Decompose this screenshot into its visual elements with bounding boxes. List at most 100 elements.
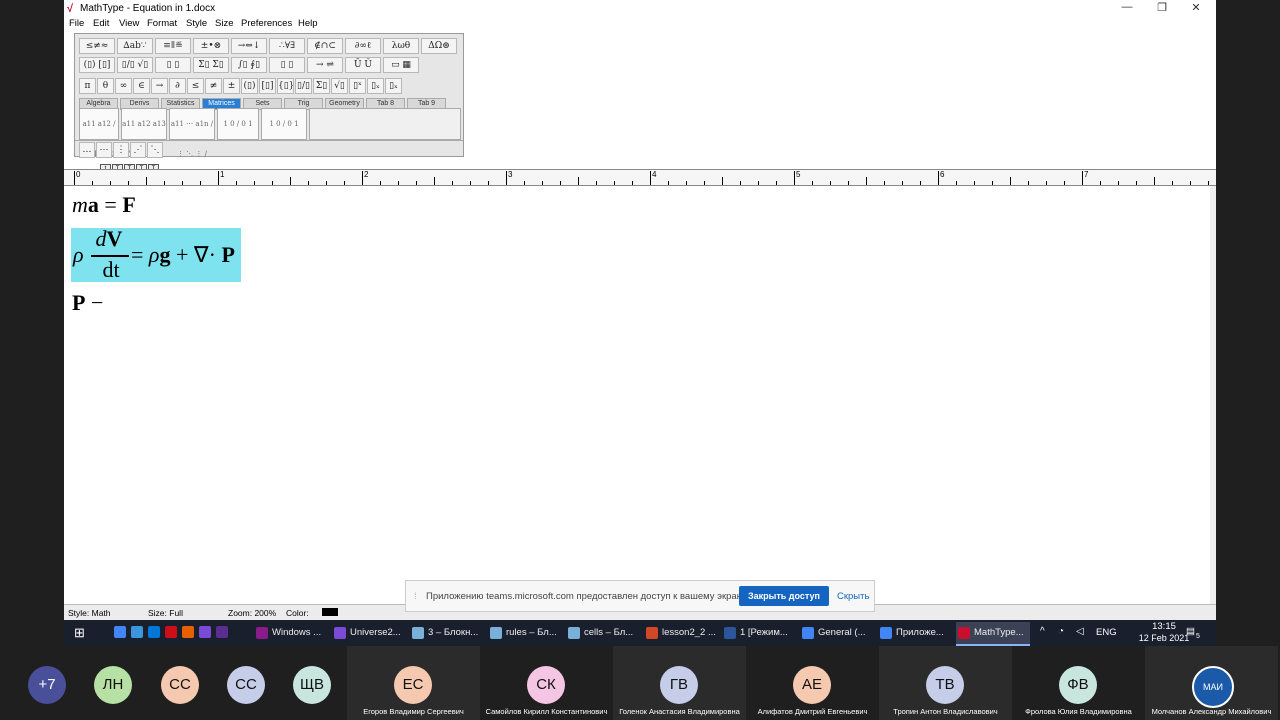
palette-button-8[interactable]: λωθ	[383, 38, 419, 54]
taskbar-app-1[interactable]: Universe2...	[332, 622, 406, 644]
menu-view[interactable]: View	[119, 18, 139, 29]
mail-icon[interactable]	[131, 626, 143, 638]
participant-avatar[interactable]: СС	[227, 666, 265, 704]
tray-chevron-icon[interactable]: ^	[1040, 626, 1045, 637]
symbol-button-13[interactable]: Σ▯	[313, 78, 330, 94]
participant-avatar[interactable]: +7	[28, 666, 66, 704]
menu-help[interactable]: Help	[298, 18, 318, 29]
firefox-icon[interactable]	[182, 626, 194, 638]
taskbar-app-5[interactable]: lesson2_2 ...	[644, 622, 718, 644]
ellipsis-button-1[interactable]: ⋯	[96, 142, 112, 158]
vs-icon[interactable]	[216, 626, 228, 638]
symbol-button-1[interactable]: θ	[97, 78, 114, 94]
taskbar-app-0[interactable]: Windows ...	[254, 622, 328, 644]
matrix-template-0[interactable]: a11 a12 / a21 a22	[79, 108, 119, 158]
status-zoom[interactable]: Zoom: 200%	[228, 608, 276, 618]
palette-button-6[interactable]: ∉∩⊂	[307, 38, 343, 54]
template-empty-slot[interactable]	[309, 108, 461, 140]
participant-avatar[interactable]: ЛН	[94, 666, 132, 704]
palette-button-5[interactable]: ∴∀∃	[269, 38, 305, 54]
drag-handle-icon[interactable]: ⁞	[414, 591, 417, 602]
symbol-button-4[interactable]: →	[151, 78, 168, 94]
symbol-button-7[interactable]: ≠	[205, 78, 222, 94]
symbol-button-6[interactable]: ≤	[187, 78, 204, 94]
language-indicator[interactable]: ENG	[1096, 627, 1117, 638]
template-button-5[interactable]: ▯ ▯	[269, 57, 305, 73]
symbol-button-15[interactable]: ▯ˣ	[349, 78, 366, 94]
palette-button-3[interactable]: ±•⊗	[193, 38, 229, 54]
ellipsis-button-2[interactable]: ⋮	[113, 142, 129, 158]
symbol-button-8[interactable]: ±	[223, 78, 240, 94]
template-button-2[interactable]: ▯ ▯	[155, 57, 191, 73]
participant-avatar[interactable]: ЩВ	[293, 666, 331, 704]
symbol-button-17[interactable]: ▯ₓ	[385, 78, 402, 94]
ellipsis-button-4[interactable]: ⋱	[147, 142, 163, 158]
matrix-template-3[interactable]: 1 0 / 0 1	[217, 108, 259, 140]
windows-start-icon[interactable]: ⊞	[74, 625, 85, 641]
palette-button-7[interactable]: ∂∞ℓ	[345, 38, 381, 54]
participant-avatar[interactable]: ЕС	[394, 666, 432, 704]
participant-avatar[interactable]: ТВ	[926, 666, 964, 704]
stop-sharing-button[interactable]: Закрыть доступ	[739, 586, 829, 606]
equation-2-selected[interactable]: ρ dV dt = ρg + ∇· P	[71, 226, 241, 282]
color-swatch[interactable]	[322, 608, 338, 616]
app-icon[interactable]	[199, 626, 211, 638]
participant-avatar[interactable]: СС	[161, 666, 199, 704]
minimize-button[interactable]: —	[1112, 1, 1142, 13]
symbol-button-16[interactable]: ▯ₓ	[367, 78, 384, 94]
symbol-button-12[interactable]: ▯/▯	[295, 78, 312, 94]
template-button-8[interactable]: ▭ ▦	[383, 57, 419, 73]
template-button-6[interactable]: → ⇌	[307, 57, 343, 73]
vertical-scrollbar[interactable]	[1210, 186, 1216, 604]
chrome-icon[interactable]	[114, 626, 126, 638]
ellipsis-button-0[interactable]: …	[79, 142, 95, 158]
taskbar-app-2[interactable]: 3 – Блокн...	[410, 622, 484, 644]
participant-avatar[interactable]: АЕ	[793, 666, 831, 704]
symbol-button-3[interactable]: ∈	[133, 78, 150, 94]
menu-edit[interactable]: Edit	[93, 18, 109, 29]
template-button-0[interactable]: (▯) [▯]	[79, 57, 115, 73]
palette-button-0[interactable]: ≤≠≈	[79, 38, 115, 54]
symbol-button-14[interactable]: √▯	[331, 78, 348, 94]
participant-avatar[interactable]: МАИ	[1192, 666, 1234, 708]
ellipsis-button-3[interactable]: ⋰	[130, 142, 146, 158]
hide-banner-button[interactable]: Скрыть	[837, 591, 869, 602]
store-icon[interactable]	[148, 626, 160, 638]
taskbar-app-3[interactable]: rules – Бл...	[488, 622, 562, 644]
menu-format[interactable]: Format	[147, 18, 177, 29]
participant-avatar[interactable]: ФВ	[1059, 666, 1097, 704]
volume-icon[interactable]: ◁	[1076, 626, 1084, 637]
menu-style[interactable]: Style	[186, 18, 207, 29]
close-button[interactable]: ✕	[1181, 1, 1211, 14]
symbol-button-11[interactable]: {▯}	[277, 78, 294, 94]
notifications-icon[interactable]: ▤	[1186, 626, 1195, 637]
symbol-button-2[interactable]: ∞	[115, 78, 132, 94]
symbol-button-9[interactable]: (▯)	[241, 78, 258, 94]
equation-editor-area[interactable]: ma = F ρ dV dt = ρg + ∇· P P −	[64, 186, 1210, 604]
taskbar-app-9[interactable]: MathType...	[956, 622, 1030, 646]
palette-button-4[interactable]: →⇔↓	[231, 38, 267, 54]
network-icon[interactable]: ◔	[1058, 626, 1064, 637]
template-button-7[interactable]: Ū Ǔ	[345, 57, 381, 73]
template-button-3[interactable]: Σ▯ Σ▯	[193, 57, 229, 73]
menu-preferences[interactable]: Preferences	[241, 18, 292, 29]
template-button-1[interactable]: ▯/▯ √▯	[117, 57, 153, 73]
menu-size[interactable]: Size	[215, 18, 233, 29]
maximize-button[interactable]: ❐	[1147, 1, 1177, 14]
participant-avatar[interactable]: ГВ	[660, 666, 698, 704]
clock-time[interactable]: 13:15	[1139, 621, 1189, 632]
matrix-template-2[interactable]: a11 ⋯ a1n / ⋮ ⋱ ⋮ / an1 ⋯ ann	[169, 108, 215, 188]
opera-icon[interactable]	[165, 626, 177, 638]
palette-button-9[interactable]: ΔΩ⊛	[421, 38, 457, 54]
palette-button-2[interactable]: ≡ǁ≝	[155, 38, 191, 54]
taskbar-app-8[interactable]: Приложе...	[878, 622, 952, 644]
symbol-button-0[interactable]: π	[79, 78, 96, 94]
taskbar-app-6[interactable]: 1 [Режим...	[722, 622, 796, 644]
symbol-button-10[interactable]: [▯]	[259, 78, 276, 94]
participant-avatar[interactable]: СК	[527, 666, 565, 704]
matrix-template-4[interactable]: 1 0 / 0 1	[261, 108, 307, 140]
ruler[interactable]: 0 1 2 3 4 5 6 7	[64, 169, 1216, 186]
menu-file[interactable]: File	[69, 18, 84, 29]
matrix-template-1[interactable]: a11 a12 a13 / a21 a22 a23 / a31 a32 a33	[121, 108, 167, 218]
palette-button-1[interactable]: ∆ab∵	[117, 38, 153, 54]
